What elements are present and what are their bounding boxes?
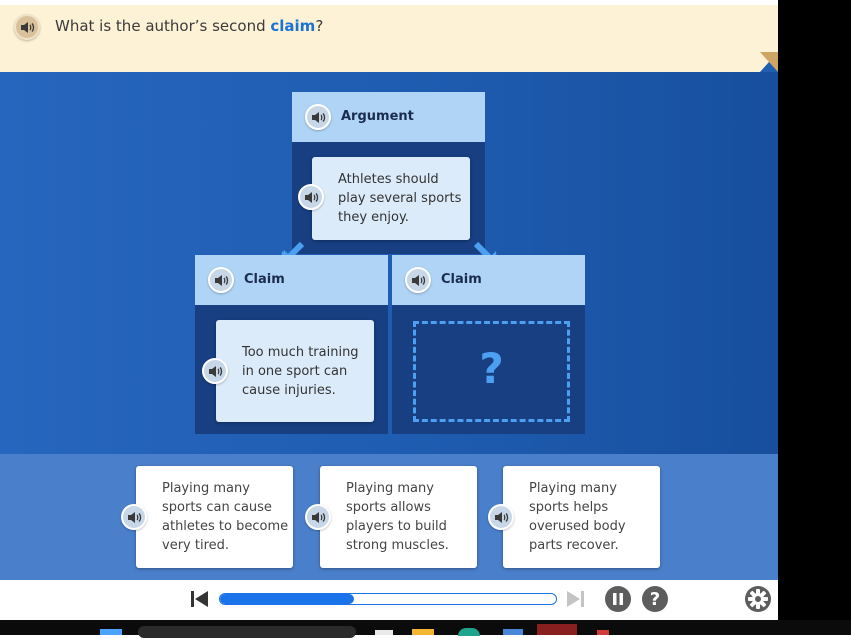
question-keyword[interactable]: claim [270,17,315,35]
help-icon[interactable]: ? [642,586,668,612]
claim-1-text: Too much training in one sport can cause… [242,345,359,398]
taskbar-search[interactable] [138,626,356,638]
claim-1-header: Claim [195,255,388,305]
pause-icon[interactable] [605,586,631,612]
answer-option-2[interactable]: Playing many sports allows players to bu… [320,466,477,568]
claim-2-title: Claim [441,272,482,287]
claim-2-panel: ? [392,305,585,434]
top-strip [0,0,778,5]
argument-title: Argument [341,109,414,124]
answer-option-3[interactable]: Playing many sports helps overused body … [503,466,660,568]
argument-panel: Athletes should play several sports they… [292,142,485,254]
taskbar-extra-icon[interactable] [597,630,609,635]
argument-card-speaker-icon[interactable] [298,184,324,210]
claim-2-header: Claim [392,255,585,305]
answer-option-1[interactable]: Playing many sports can cause athletes t… [136,466,293,568]
question-text: What is the author’s second claim? [55,17,323,35]
claim-1-panel: Too much training in one sport can cause… [195,305,388,434]
os-taskbar [0,620,851,638]
taskbar-app-icon[interactable] [375,630,393,635]
argument-header: Argument [292,92,485,142]
answer-option-2-text: Playing many sports allows players to bu… [346,481,449,553]
answer-option-2-speaker-icon[interactable] [305,504,331,530]
argument-speaker-icon[interactable] [305,104,331,130]
argument-card: Athletes should play several sports they… [312,157,470,240]
claim-2-drop-zone[interactable]: ? [413,321,570,422]
question-bar: What is the author’s second claim? [0,0,778,72]
page-fold-shadow [760,52,778,72]
settings-icon[interactable] [744,585,772,613]
claim-1-speaker-icon[interactable] [208,267,234,293]
skip-forward-icon[interactable] [566,590,586,608]
diagram-stage: Argument Athletes should play several sp… [0,72,778,454]
answer-option-1-text: Playing many sports can cause athletes t… [162,481,289,553]
claim-1-card: Too much training in one sport can cause… [216,320,374,422]
answer-bank: Playing many sports can cause athletes t… [0,454,778,580]
player-controls: ? [0,580,778,620]
argument-text: Athletes should play several sports they… [338,172,462,225]
start-icon[interactable] [100,629,122,635]
answer-option-1-speaker-icon[interactable] [121,504,147,530]
question-text-pre: What is the author’s second [55,17,271,35]
claim-2-speaker-icon[interactable] [405,267,431,293]
question-mark-placeholder: ? [479,344,504,393]
progress-bar[interactable] [219,593,557,605]
question-text-post: ? [315,17,324,35]
claim-1-card-speaker-icon[interactable] [202,358,228,384]
store-icon[interactable] [503,629,523,635]
skip-back-icon[interactable] [190,590,210,608]
chrome-icon[interactable] [537,624,577,635]
progress-fill [220,594,355,604]
lesson-app: What is the author’s second claim? Argum… [0,0,778,620]
answer-option-3-speaker-icon[interactable] [488,504,514,530]
answer-option-3-text: Playing many sports helps overused body … [529,481,626,553]
folder-icon[interactable] [412,629,434,635]
screen-edge-black [778,0,851,620]
claim-1-title: Claim [244,272,285,287]
question-speaker-icon[interactable] [14,14,40,40]
